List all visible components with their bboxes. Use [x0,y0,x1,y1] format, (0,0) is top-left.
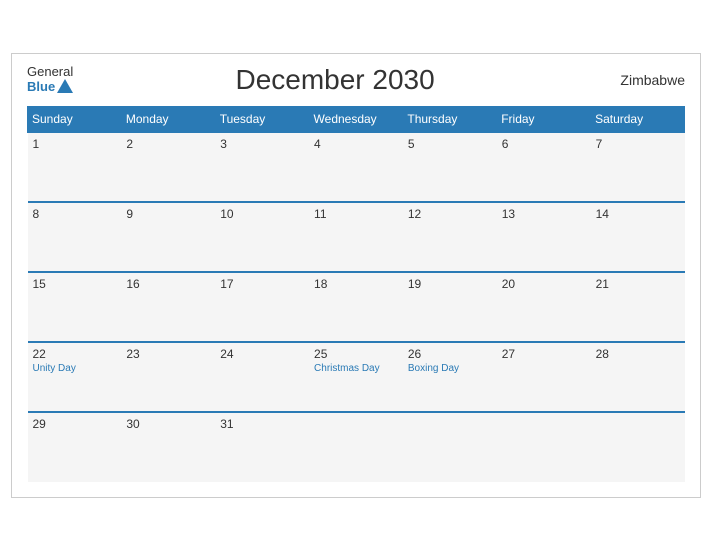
col-tuesday: Tuesday [215,106,309,132]
table-row: 31 [215,412,309,482]
day-number: 1 [33,137,117,151]
day-number: 29 [33,417,117,431]
table-row: 21 [591,272,685,342]
calendar-body: 12345678910111213141516171819202122Unity… [28,132,685,482]
day-number: 11 [314,207,398,221]
day-number: 17 [220,277,304,291]
table-row: 6 [497,132,591,202]
col-friday: Friday [497,106,591,132]
logo: General Blue [27,65,75,94]
table-row: 23 [121,342,215,412]
col-saturday: Saturday [591,106,685,132]
table-row: 1 [28,132,122,202]
table-row: 20 [497,272,591,342]
logo-blue-text: Blue [27,80,75,94]
day-number: 9 [126,207,210,221]
table-row: 14 [591,202,685,272]
day-number: 3 [220,137,304,151]
day-number: 13 [502,207,586,221]
day-number: 6 [502,137,586,151]
day-number: 21 [596,277,680,291]
calendar-country: Zimbabwe [595,72,685,88]
day-number: 25 [314,347,398,361]
table-row: 3 [215,132,309,202]
table-row: 4 [309,132,403,202]
table-row [497,412,591,482]
table-row: 18 [309,272,403,342]
col-monday: Monday [121,106,215,132]
table-row: 12 [403,202,497,272]
logo-general-text: General [27,65,75,79]
holiday-label: Unity Day [33,363,117,375]
table-row: 26 Boxing Day [403,342,497,412]
table-row: 27 [497,342,591,412]
day-number: 14 [596,207,680,221]
day-number: 30 [126,417,210,431]
calendar-header: General Blue December 2030 Zimbabwe [27,64,685,96]
table-row: 9 [121,202,215,272]
calendar-table: Sunday Monday Tuesday Wednesday Thursday… [27,106,685,482]
col-sunday: Sunday [28,106,122,132]
day-number: 10 [220,207,304,221]
table-row: 11 [309,202,403,272]
table-row: 7 [591,132,685,202]
table-row: 25 Christmas Day [309,342,403,412]
table-row [309,412,403,482]
holiday-label: Christmas Day [314,363,398,375]
calendar-week-row: 29 30 31 [28,412,685,482]
table-row: 8 [28,202,122,272]
calendar-header-row: Sunday Monday Tuesday Wednesday Thursday… [28,106,685,132]
holiday-label: Boxing Day [408,363,492,375]
table-row: 28 [591,342,685,412]
calendar: General Blue December 2030 Zimbabwe Sund… [11,53,701,498]
calendar-week-row: 1234567 [28,132,685,202]
table-row: 17 [215,272,309,342]
table-row: 30 [121,412,215,482]
day-number: 26 [408,347,492,361]
day-number: 24 [220,347,304,361]
day-number: 15 [33,277,117,291]
day-number: 19 [408,277,492,291]
day-number: 2 [126,137,210,151]
table-row [403,412,497,482]
day-number: 8 [33,207,117,221]
day-number: 12 [408,207,492,221]
table-row: 15 [28,272,122,342]
calendar-title: December 2030 [75,64,595,96]
day-number: 22 [33,347,117,361]
calendar-week-row: 15 16 17 18 19 20 21 [28,272,685,342]
day-number: 16 [126,277,210,291]
day-number: 28 [596,347,680,361]
calendar-week-row: 89 10 11 12 13 14 [28,202,685,272]
table-row: 19 [403,272,497,342]
table-row: 24 [215,342,309,412]
day-number: 5 [408,137,492,151]
day-number: 27 [502,347,586,361]
day-number: 18 [314,277,398,291]
table-row: 2 [121,132,215,202]
day-number: 7 [596,137,680,151]
day-number: 4 [314,137,398,151]
day-number: 20 [502,277,586,291]
col-wednesday: Wednesday [309,106,403,132]
table-row: 22 Unity Day [28,342,122,412]
table-row: 16 [121,272,215,342]
table-row: 13 [497,202,591,272]
calendar-week-row: 22 Unity Day 23 24 25 Christmas Day 26 Boxing D… [28,342,685,412]
table-row: 10 [215,202,309,272]
day-number: 31 [220,417,304,431]
table-row: 5 [403,132,497,202]
logo-triangle-icon [57,79,73,93]
col-thursday: Thursday [403,106,497,132]
day-number: 23 [126,347,210,361]
table-row: 29 [28,412,122,482]
table-row [591,412,685,482]
